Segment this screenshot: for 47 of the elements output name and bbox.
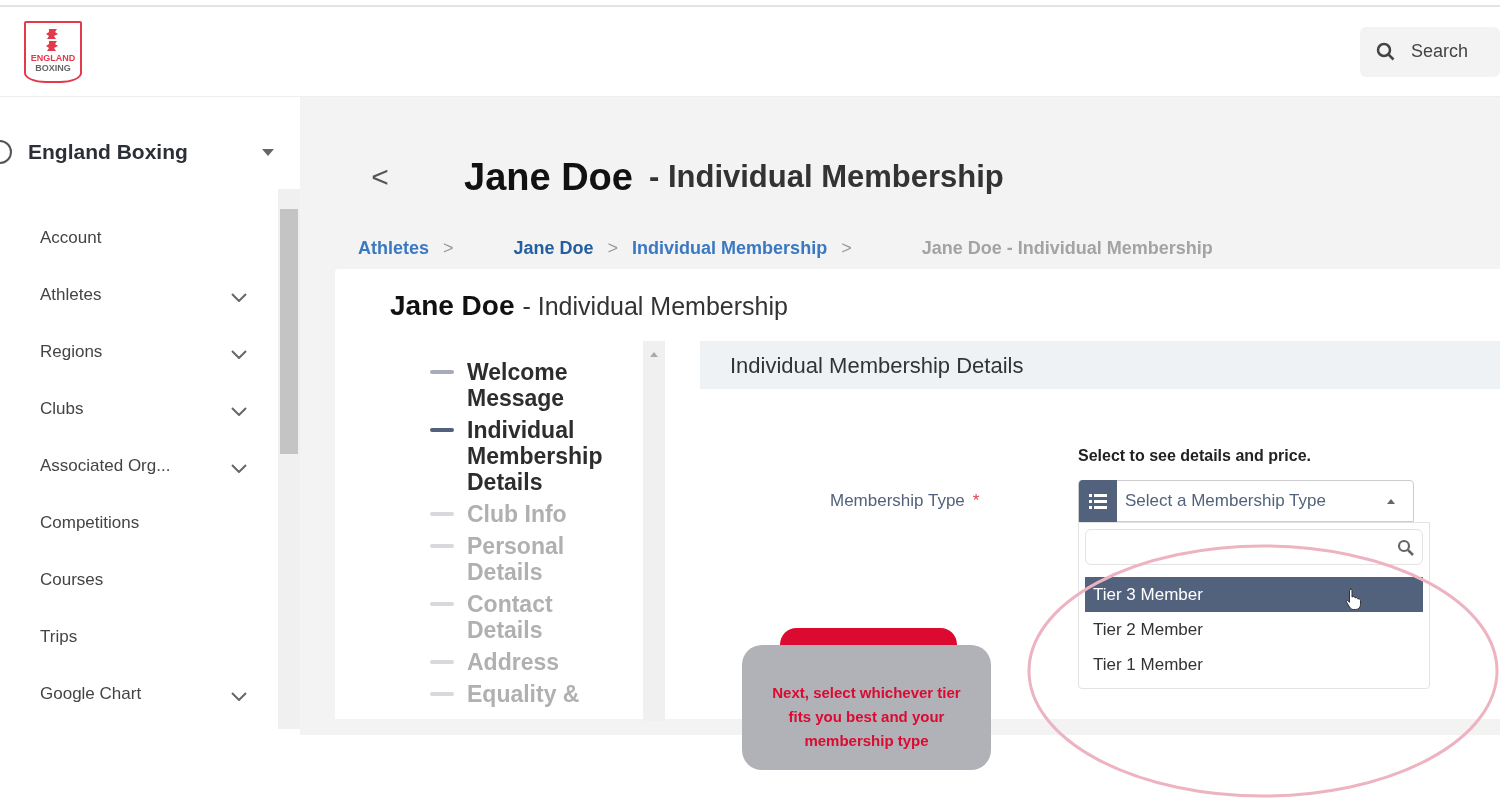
- step-label[interactable]: Individual Membership Details: [467, 417, 627, 495]
- scroll-up-icon: [650, 350, 658, 357]
- sidebar-item[interactable]: Clubs: [0, 380, 276, 437]
- back-button[interactable]: <: [366, 162, 394, 192]
- card-subtitle: - Individual Membership: [522, 291, 788, 322]
- sidebar-item[interactable]: Regions: [0, 323, 276, 380]
- sidebar-item[interactable]: Google Chart: [0, 665, 276, 722]
- search-button[interactable]: Search: [1360, 26, 1500, 77]
- list-icon: [1089, 492, 1107, 510]
- breadcrumb-current: Jane Doe - Individual Membership: [921, 236, 1213, 260]
- dropdown-option[interactable]: Tier 2 Member: [1085, 612, 1423, 647]
- caret-icon: [262, 148, 274, 156]
- search-icon: [1376, 42, 1395, 61]
- search-icon: [1397, 538, 1414, 556]
- dropdown-option[interactable]: Tier 1 Member: [1085, 647, 1423, 682]
- sidebar-item[interactable]: Courses: [0, 551, 276, 608]
- dropdown-option[interactable]: Tier 3 Member: [1085, 577, 1423, 612]
- breadcrumb-separator: >: [841, 236, 852, 260]
- breadcrumb-link[interactable]: Jane Doe: [513, 234, 594, 262]
- field-label: Membership Type: [830, 490, 965, 513]
- step-label[interactable]: Welcome Message: [467, 359, 627, 411]
- page-title: Jane Doe: [464, 154, 633, 200]
- sidebar-item[interactable]: Associated Org...: [0, 437, 276, 494]
- scrollbar[interactable]: [278, 189, 300, 729]
- dropdown-search-field[interactable]: [1085, 529, 1423, 565]
- logo-text: BOXING: [35, 62, 71, 73]
- hand-cursor-icon: [1344, 588, 1363, 613]
- breadcrumb-separator: >: [607, 236, 619, 260]
- avatar-icon: [0, 140, 12, 164]
- logo-text: ENGLAND: [30, 52, 76, 63]
- sidebar-item[interactable]: Trips: [0, 608, 276, 665]
- hint-text: Select to see details and price.: [1078, 446, 1311, 466]
- breadcrumb-link[interactable]: Individual Membership: [632, 234, 828, 262]
- sidebar-item[interactable]: Account: [0, 209, 276, 266]
- org-name: England Boxing: [28, 139, 188, 166]
- card-title: Jane Doe: [390, 289, 515, 323]
- callout-text: Next, select whichever tier fits you best and your membership type: [742, 645, 991, 770]
- breadcrumb-link[interactable]: Athletes: [358, 234, 429, 262]
- sidebar-item[interactable]: Athletes: [0, 266, 276, 323]
- required-mark: *: [972, 490, 980, 513]
- breadcrumb-separator: >: [443, 236, 454, 260]
- page-subtitle: - Individual Membership: [648, 157, 1004, 196]
- caret-icon: [1387, 497, 1395, 505]
- membership-type-select[interactable]: Select a Membership Type: [1078, 480, 1414, 522]
- sidebar-item[interactable]: Competitions: [0, 494, 276, 551]
- section-header: Individual Membership Details: [700, 341, 1500, 389]
- scrollbar[interactable]: [643, 341, 665, 721]
